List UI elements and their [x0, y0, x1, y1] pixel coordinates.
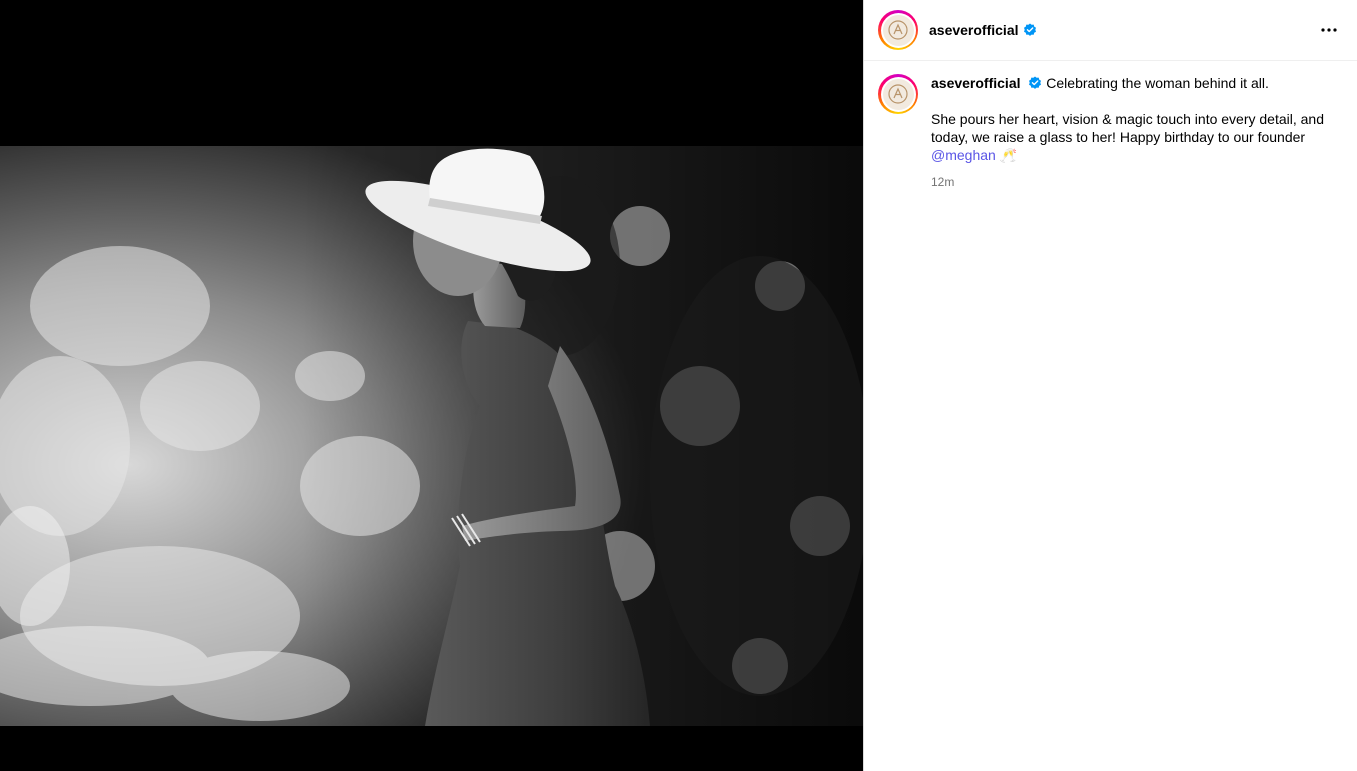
caption-headline: Celebrating the woman behind it all. [1046, 75, 1269, 91]
caption-avatar[interactable] [878, 74, 918, 114]
brand-logo-icon [888, 84, 908, 104]
caption-row: aseverofficial Celebrating the woman beh… [864, 61, 1357, 191]
post-author-username[interactable]: aseverofficial [929, 22, 1019, 38]
post-media-pane [0, 0, 863, 771]
verified-badge-icon [1029, 76, 1042, 89]
caption-paragraph: She pours her heart, vision & magic touc… [931, 110, 1331, 164]
champagne-emoji: 🥂 [999, 147, 1018, 163]
more-options-button[interactable] [1315, 16, 1343, 44]
more-options-icon [1321, 28, 1337, 32]
caption-text: She pours her heart, vision & magic touc… [931, 111, 1324, 145]
caption: aseverofficial Celebrating the woman beh… [931, 74, 1331, 191]
brand-logo-icon [888, 20, 908, 40]
photo-image [0, 146, 863, 726]
caption-username[interactable]: aseverofficial [931, 75, 1021, 91]
post-side-pane: aseverofficial aseverofficial Celebratin… [863, 0, 1357, 771]
mention-link[interactable]: @meghan [931, 147, 996, 163]
caption-headline-line: aseverofficial Celebrating the woman beh… [931, 74, 1331, 92]
post-photo[interactable] [0, 146, 863, 726]
avatar[interactable] [878, 10, 918, 50]
verified-badge-icon [1023, 23, 1036, 36]
post-timestamp[interactable]: 12m [931, 173, 1331, 191]
post-header: aseverofficial [864, 0, 1357, 61]
